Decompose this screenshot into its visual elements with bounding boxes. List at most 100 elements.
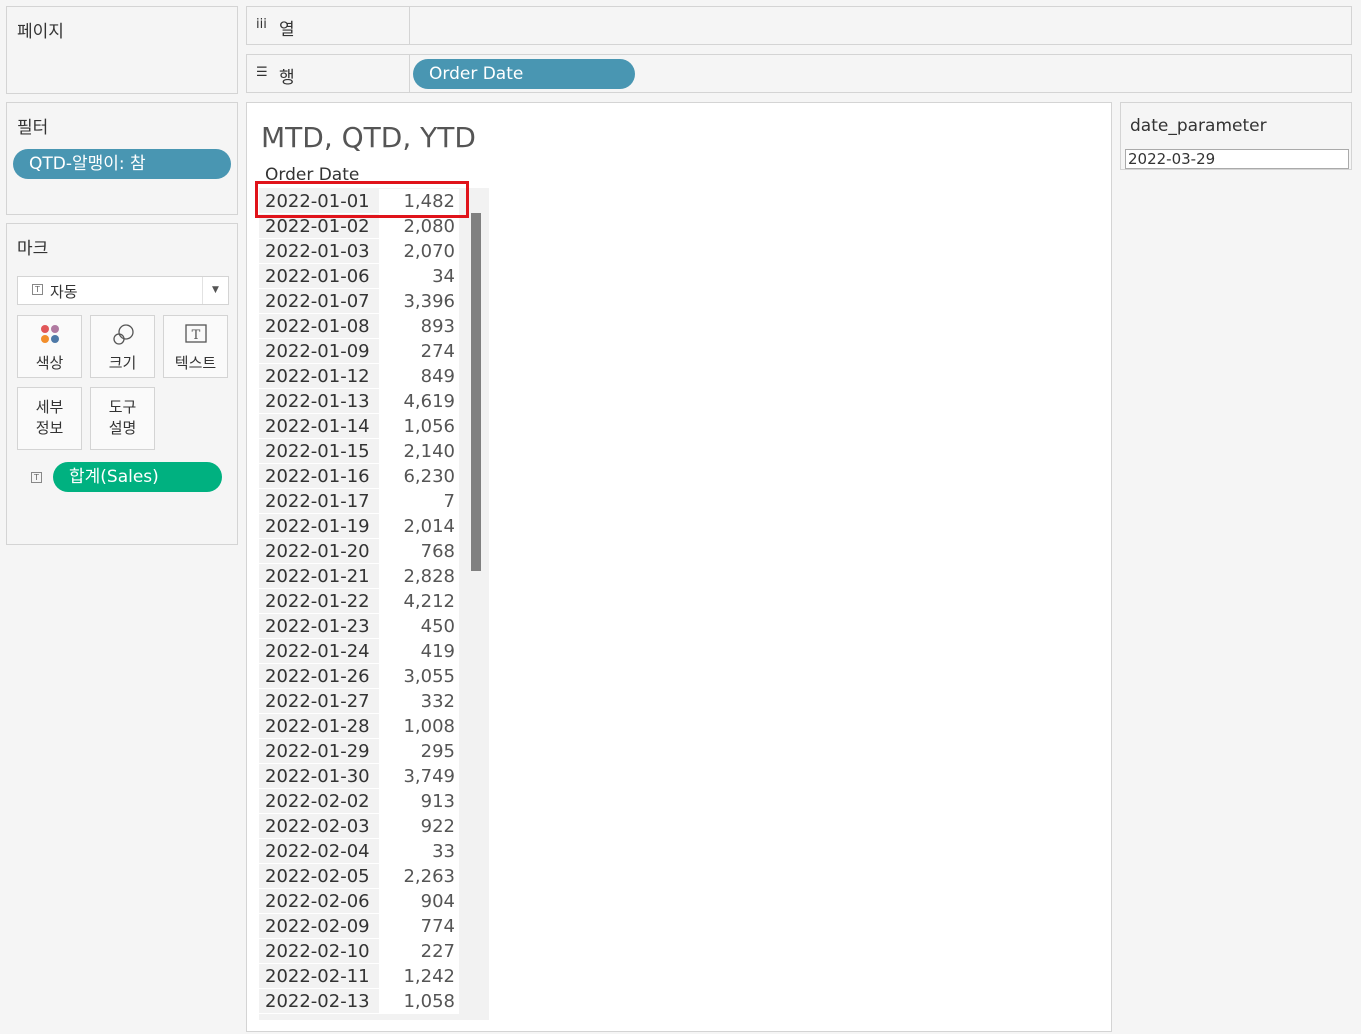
rows-shelf[interactable]: ☰ 행 Order Date <box>246 54 1352 93</box>
table-row[interactable]: 2022-01-28 1,008 <box>259 714 489 739</box>
row-value[interactable]: 3,396 <box>379 289 459 314</box>
row-value[interactable]: 1,008 <box>379 714 459 739</box>
table-row[interactable]: 2022-01-21 2,828 <box>259 564 489 589</box>
row-date[interactable]: 2022-02-04 <box>259 839 379 864</box>
table-row[interactable]: 2022-01-17 7 <box>259 489 489 514</box>
detail-button[interactable]: 세부 정보 <box>17 387 82 450</box>
row-value[interactable]: 1,242 <box>379 964 459 989</box>
table-row[interactable]: 2022-02-02 913 <box>259 789 489 814</box>
color-button[interactable]: 색상 <box>17 315 82 378</box>
row-value[interactable]: 849 <box>379 364 459 389</box>
row-date[interactable]: 2022-01-23 <box>259 614 379 639</box>
row-date[interactable]: 2022-02-09 <box>259 914 379 939</box>
table-row[interactable]: 2022-01-30 3,749 <box>259 764 489 789</box>
table-row[interactable]: 2022-01-12 849 <box>259 364 489 389</box>
tooltip-button[interactable]: 도구 설명 <box>90 387 155 450</box>
row-value[interactable]: 922 <box>379 814 459 839</box>
row-value[interactable]: 7 <box>379 489 459 514</box>
table-row[interactable]: 2022-02-11 1,242 <box>259 964 489 989</box>
row-date[interactable]: 2022-02-02 <box>259 789 379 814</box>
row-value[interactable]: 227 <box>379 939 459 964</box>
row-value[interactable]: 2,263 <box>379 864 459 889</box>
filter-pill-qtd[interactable]: QTD-알맹이: 참 <box>13 149 231 179</box>
table-row[interactable]: 2022-02-09 774 <box>259 914 489 939</box>
row-date[interactable]: 2022-02-05 <box>259 864 379 889</box>
table-row[interactable]: 2022-01-24 419 <box>259 639 489 664</box>
row-date[interactable]: 2022-02-10 <box>259 939 379 964</box>
row-date[interactable]: 2022-02-06 <box>259 889 379 914</box>
row-date[interactable]: 2022-01-19 <box>259 514 379 539</box>
row-value[interactable]: 274 <box>379 339 459 364</box>
row-value[interactable]: 904 <box>379 889 459 914</box>
row-value[interactable]: 913 <box>379 789 459 814</box>
row-value[interactable]: 34 <box>379 264 459 289</box>
vertical-scrollbar[interactable] <box>471 213 481 571</box>
row-value[interactable]: 893 <box>379 314 459 339</box>
row-date[interactable]: 2022-01-29 <box>259 739 379 764</box>
row-value[interactable]: 1,056 <box>379 414 459 439</box>
row-value[interactable]: 774 <box>379 914 459 939</box>
table-row[interactable]: 2022-02-10 227 <box>259 939 489 964</box>
row-value[interactable]: 295 <box>379 739 459 764</box>
row-date[interactable]: 2022-01-09 <box>259 339 379 364</box>
row-date[interactable]: 2022-01-21 <box>259 564 379 589</box>
chevron-down-icon[interactable]: ▼ <box>202 277 228 304</box>
text-button[interactable]: T 텍스트 <box>163 315 228 378</box>
row-date[interactable]: 2022-01-14 <box>259 414 379 439</box>
row-value[interactable]: 419 <box>379 639 459 664</box>
table-row[interactable]: 2022-01-15 2,140 <box>259 439 489 464</box>
row-date[interactable]: 2022-02-13 <box>259 989 379 1014</box>
row-value[interactable]: 6,230 <box>379 464 459 489</box>
table-row[interactable]: 2022-01-09 274 <box>259 339 489 364</box>
row-value[interactable]: 3,749 <box>379 764 459 789</box>
table-row[interactable]: 2022-01-27 332 <box>259 689 489 714</box>
table-row[interactable]: 2022-01-06 34 <box>259 264 489 289</box>
row-date[interactable]: 2022-02-11 <box>259 964 379 989</box>
row-date[interactable]: 2022-01-15 <box>259 439 379 464</box>
table-row[interactable]: 2022-01-20 768 <box>259 539 489 564</box>
size-button[interactable]: 크기 <box>90 315 155 378</box>
row-value[interactable]: 2,828 <box>379 564 459 589</box>
row-value[interactable]: 2,140 <box>379 439 459 464</box>
row-value[interactable]: 332 <box>379 689 459 714</box>
table-row[interactable]: 2022-02-13 1,058 <box>259 989 489 1014</box>
table-row[interactable]: 2022-02-04 33 <box>259 839 489 864</box>
table-row[interactable]: 2022-02-05 2,263 <box>259 864 489 889</box>
table-row[interactable]: 2022-02-06 904 <box>259 889 489 914</box>
row-value[interactable]: 33 <box>379 839 459 864</box>
table-row[interactable]: 2022-01-29 295 <box>259 739 489 764</box>
row-value[interactable]: 2,070 <box>379 239 459 264</box>
field-pill-sales[interactable]: 합계(Sales) <box>53 462 222 492</box>
table-row[interactable]: 2022-01-26 3,055 <box>259 664 489 689</box>
row-date[interactable]: 2022-01-12 <box>259 364 379 389</box>
table-row[interactable]: 2022-01-16 6,230 <box>259 464 489 489</box>
row-date[interactable]: 2022-02-03 <box>259 814 379 839</box>
row-date[interactable]: 2022-01-20 <box>259 539 379 564</box>
row-date[interactable]: 2022-01-03 <box>259 239 379 264</box>
row-date[interactable]: 2022-01-16 <box>259 464 379 489</box>
row-date[interactable]: 2022-01-22 <box>259 589 379 614</box>
table-row[interactable]: 2022-01-19 2,014 <box>259 514 489 539</box>
row-value[interactable]: 1,058 <box>379 989 459 1014</box>
table-row[interactable]: 2022-01-03 2,070 <box>259 239 489 264</box>
table-row[interactable]: 2022-01-07 3,396 <box>259 289 489 314</box>
date-parameter-input[interactable] <box>1125 149 1349 169</box>
table-row[interactable]: 2022-01-08 893 <box>259 314 489 339</box>
row-date[interactable]: 2022-01-06 <box>259 264 379 289</box>
row-date[interactable]: 2022-01-28 <box>259 714 379 739</box>
table-row[interactable]: 2022-01-13 4,619 <box>259 389 489 414</box>
row-date[interactable]: 2022-01-17 <box>259 489 379 514</box>
table-row[interactable]: 2022-02-03 922 <box>259 814 489 839</box>
row-value[interactable]: 768 <box>379 539 459 564</box>
row-value[interactable]: 450 <box>379 614 459 639</box>
row-date[interactable]: 2022-01-30 <box>259 764 379 789</box>
row-date[interactable]: 2022-01-24 <box>259 639 379 664</box>
rows-pill-order-date[interactable]: Order Date <box>413 59 635 89</box>
row-date[interactable]: 2022-01-08 <box>259 314 379 339</box>
row-date[interactable]: 2022-01-26 <box>259 664 379 689</box>
row-value[interactable]: 4,212 <box>379 589 459 614</box>
row-value[interactable]: 2,014 <box>379 514 459 539</box>
row-date[interactable]: 2022-01-27 <box>259 689 379 714</box>
table-row[interactable]: 2022-01-23 450 <box>259 614 489 639</box>
row-date[interactable]: 2022-01-13 <box>259 389 379 414</box>
